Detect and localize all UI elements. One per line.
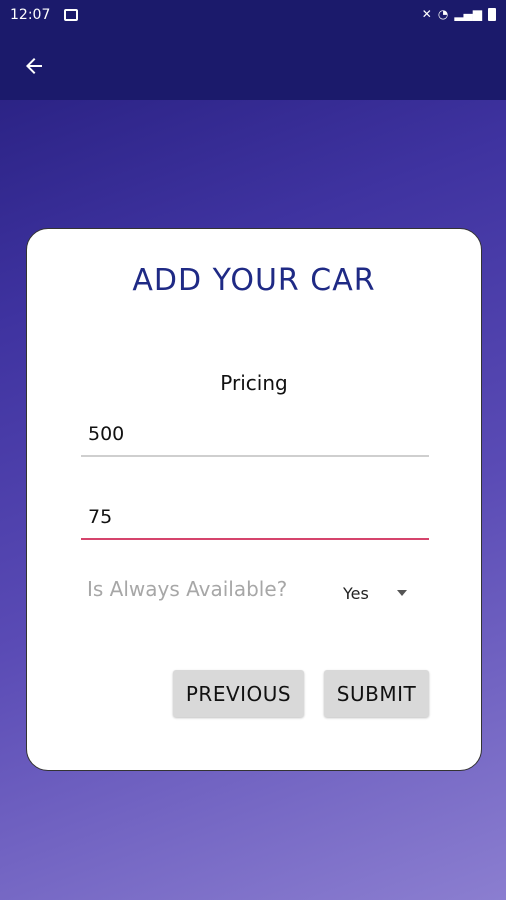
- app-bar: [0, 32, 506, 100]
- chevron-down-icon: [397, 590, 407, 596]
- availability-value: Yes: [343, 584, 369, 603]
- add-car-card: ADD YOUR CAR Pricing 500 75 Is Always Av…: [26, 228, 482, 771]
- status-bar: 12:07 ✕ ◔ ▂▄▆: [0, 0, 506, 32]
- page-title: ADD YOUR CAR: [132, 263, 376, 298]
- wifi-icon: ◔: [437, 7, 449, 21]
- section-label: Pricing: [220, 371, 288, 395]
- gallery-notification-icon: [64, 9, 78, 21]
- signal-icon: ▂▄▆: [454, 7, 482, 21]
- battery-icon: [488, 7, 496, 21]
- previous-button[interactable]: PREVIOUS: [173, 670, 304, 717]
- back-button[interactable]: [14, 46, 54, 86]
- availability-select[interactable]: Yes: [341, 581, 431, 607]
- status-icons: ✕ ◔ ▂▄▆: [422, 7, 496, 21]
- price-input-2[interactable]: 75: [81, 506, 429, 540]
- availability-label: Is Always Available?: [87, 577, 288, 601]
- status-time: 12:07: [10, 7, 51, 23]
- submit-button[interactable]: SUBMIT: [324, 670, 429, 717]
- price-input-1[interactable]: 500: [81, 423, 429, 457]
- back-arrow-icon: [26, 58, 42, 74]
- mute-icon: ✕: [421, 7, 432, 21]
